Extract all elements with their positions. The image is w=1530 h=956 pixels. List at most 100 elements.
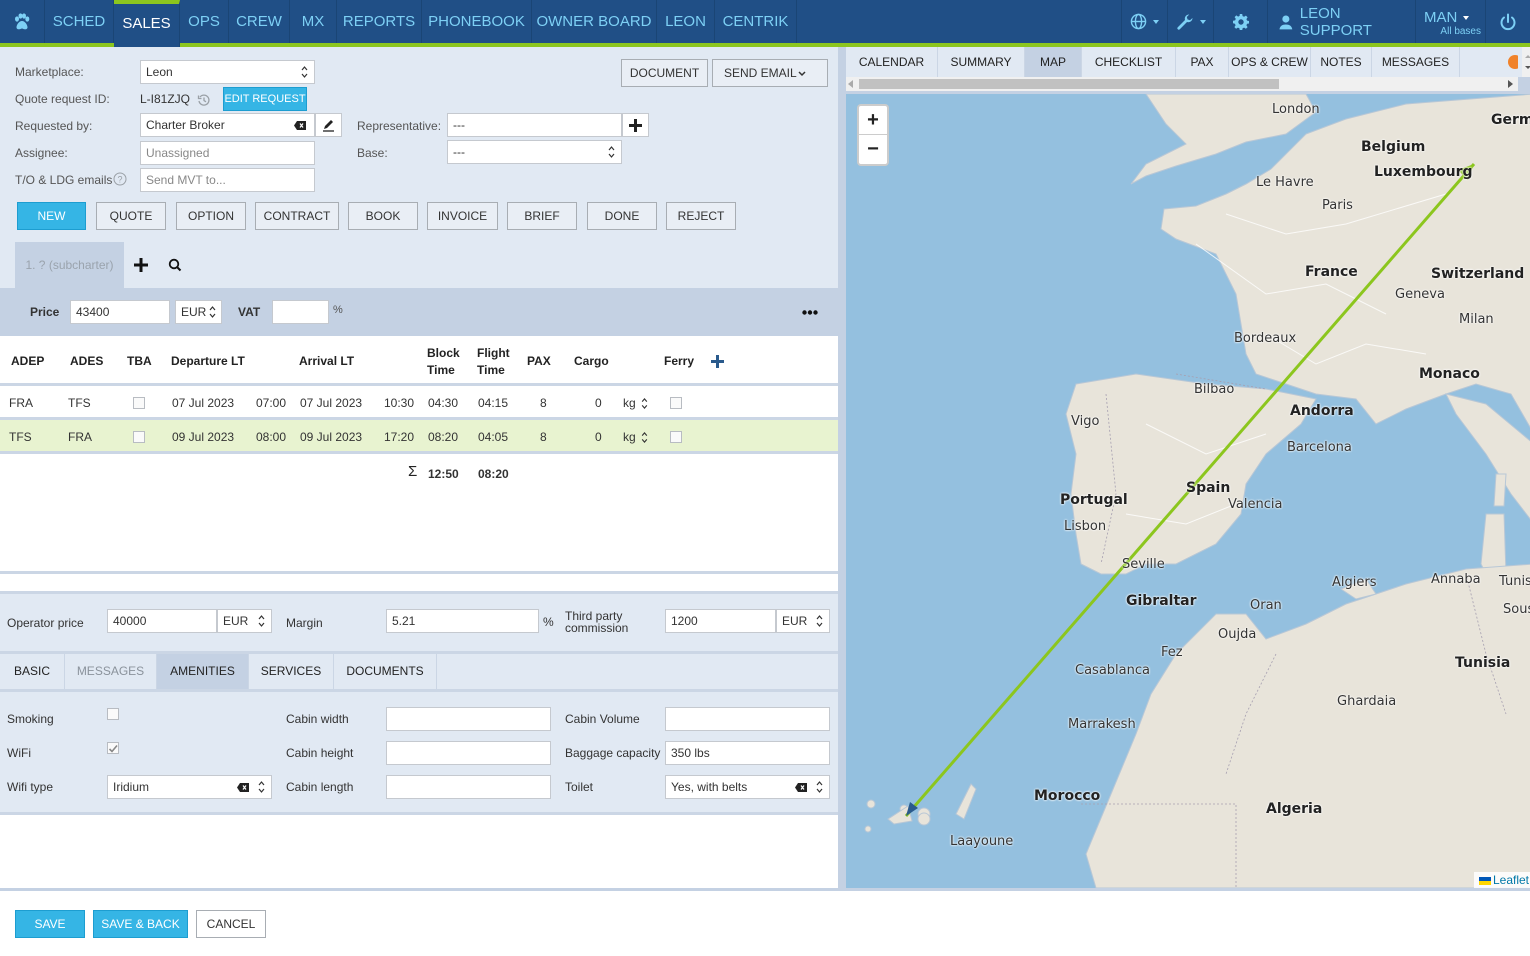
price-currency-select[interactable]: EUR [175,300,222,324]
nav-tab-centrik[interactable]: CENTRIK [715,0,797,43]
language-menu[interactable] [1121,0,1167,43]
save-and-back-button[interactable]: SAVE & BACK [93,910,188,938]
wifi-type-select[interactable]: Iridium [107,775,272,799]
status-quote-button[interactable]: QUOTE [96,202,166,230]
tab-messages[interactable]: MESSAGES [65,654,157,689]
tab-checklist[interactable]: CHECKLIST [1082,47,1176,77]
tab-pax[interactable]: PAX [1176,47,1229,77]
route-map[interactable]: + − London Belgium Luxembourg Germa Le H… [846,94,1530,888]
zoom-in-button[interactable]: + [859,106,887,135]
tab-calendar[interactable]: CALENDAR [846,47,938,77]
wifi-checkbox[interactable] [107,742,119,754]
history-icon[interactable] [197,93,211,107]
ferry-checkbox[interactable] [670,397,682,409]
settings-button[interactable] [1213,0,1267,43]
status-brief-button[interactable]: BRIEF [507,202,577,230]
commission-input[interactable]: 1200 [665,609,776,633]
tba-checkbox[interactable] [133,397,145,409]
status-contract-button[interactable]: CONTRACT [255,202,339,230]
tabs-scroll-arrows[interactable] [1522,47,1530,77]
add-option-icon[interactable] [134,258,148,272]
cancel-button[interactable]: CANCEL [196,910,266,938]
save-button[interactable]: SAVE [15,910,85,938]
tab-summary[interactable]: SUMMARY [938,47,1025,77]
status-reject-button[interactable]: REJECT [666,202,736,230]
representative-field[interactable]: --- [447,113,622,137]
tab-basic[interactable]: BASIC [0,654,65,689]
map-attribution[interactable]: Leaflet [1473,872,1530,888]
mvt-emails-field[interactable]: Send MVT to... [140,168,315,192]
tab-documents[interactable]: DOCUMENTS [334,654,437,689]
more-options-icon[interactable] [802,310,818,315]
help-icon[interactable]: ? [113,172,127,186]
leaflet-link[interactable]: Leaflet [1493,873,1529,887]
nav-tab-sched[interactable]: SCHED [45,0,114,43]
assignee-field[interactable]: Unassigned [140,141,315,165]
leg-row[interactable]: TFS FRA 09 Jul 2023 08:00 09 Jul 2023 17… [0,420,838,454]
search-icon[interactable] [168,258,182,272]
edit-requester-button[interactable] [315,113,342,137]
cabin-volume-input[interactable] [665,707,830,731]
scrollbar-thumb[interactable] [859,79,1279,89]
requested-by-field[interactable]: Charter Broker [140,113,315,137]
status-new-button[interactable]: NEW [17,202,86,230]
status-book-button[interactable]: BOOK [348,202,418,230]
price-input[interactable]: 43400 [70,300,170,324]
operator-currency-select[interactable]: EUR [217,609,272,633]
option-tab[interactable]: 1. ? (subcharter) [15,242,124,288]
nav-tab-leon[interactable]: LEON [657,0,715,43]
leg-row[interactable]: FRA TFS 07 Jul 2023 07:00 07 Jul 2023 10… [0,386,838,420]
status-done-button[interactable]: DONE [587,202,657,230]
overflow-tab-icon[interactable] [1508,55,1518,69]
scroll-right-icon[interactable] [1508,80,1514,88]
tab-messages[interactable]: MESSAGES [1372,47,1460,77]
clear-icon[interactable] [294,121,306,130]
base-select[interactable]: --- [447,140,622,164]
zoom-out-button[interactable]: − [859,135,887,164]
tab-map[interactable]: MAP [1025,47,1082,77]
tab-services[interactable]: SERVICES [249,654,334,689]
baggage-capacity-input[interactable]: 350 lbs [665,741,830,765]
commission-currency-select[interactable]: EUR [776,609,830,633]
smoking-checkbox[interactable] [107,708,119,720]
base-menu[interactable]: MAN All bases [1415,0,1485,43]
ferry-checkbox[interactable] [670,431,682,443]
status-invoice-button[interactable]: INVOICE [427,202,498,230]
margin-input[interactable]: 5.21 [386,609,539,633]
toilet-select[interactable]: Yes, with belts [665,775,830,799]
document-button[interactable]: DOCUMENT [621,59,708,87]
tab-amenities[interactable]: AMENITIES [157,654,249,689]
status-option-button[interactable]: OPTION [176,202,246,230]
cabin-length-label: Cabin length [286,780,354,794]
tab-ops-crew[interactable]: OPS & CREW [1229,47,1311,77]
tools-menu[interactable] [1167,0,1213,43]
send-email-button[interactable]: SEND EMAIL [712,59,828,87]
nav-tab-crew[interactable]: CREW [229,0,290,43]
scroll-left-icon[interactable] [848,80,854,88]
user-menu[interactable]: LEON SUPPORT [1267,0,1415,43]
paw-logo-icon[interactable] [0,0,45,43]
clear-icon[interactable] [237,783,249,792]
nav-tab-reports[interactable]: REPORTS [337,0,422,43]
vat-input[interactable] [272,300,329,324]
tabs-horizontal-scrollbar[interactable] [846,77,1518,91]
tab-notes[interactable]: NOTES [1311,47,1372,77]
leg-cargo-unit[interactable]: kg [623,396,636,410]
marketplace-select[interactable]: Leon [140,60,315,84]
leg-cargo-unit[interactable]: kg [623,430,636,444]
tba-checkbox[interactable] [133,431,145,443]
cabin-length-input[interactable] [386,775,551,799]
nav-tab-sales[interactable]: SALES [114,0,180,47]
add-representative-button[interactable] [622,113,649,137]
clear-icon[interactable] [795,783,807,792]
operator-price-input[interactable]: 40000 [107,609,217,633]
cabin-width-input[interactable] [386,707,551,731]
edit-request-button[interactable]: EDIT REQUEST [223,87,307,111]
cabin-height-input[interactable] [386,741,551,765]
nav-tab-owner-board[interactable]: OWNER BOARD [532,0,657,43]
logout-button[interactable] [1485,0,1530,43]
add-leg-icon[interactable] [711,355,724,368]
nav-tab-ops[interactable]: OPS [180,0,229,43]
nav-tab-phonebook[interactable]: PHONEBOOK [422,0,532,43]
nav-tab-mx[interactable]: MX [290,0,337,43]
